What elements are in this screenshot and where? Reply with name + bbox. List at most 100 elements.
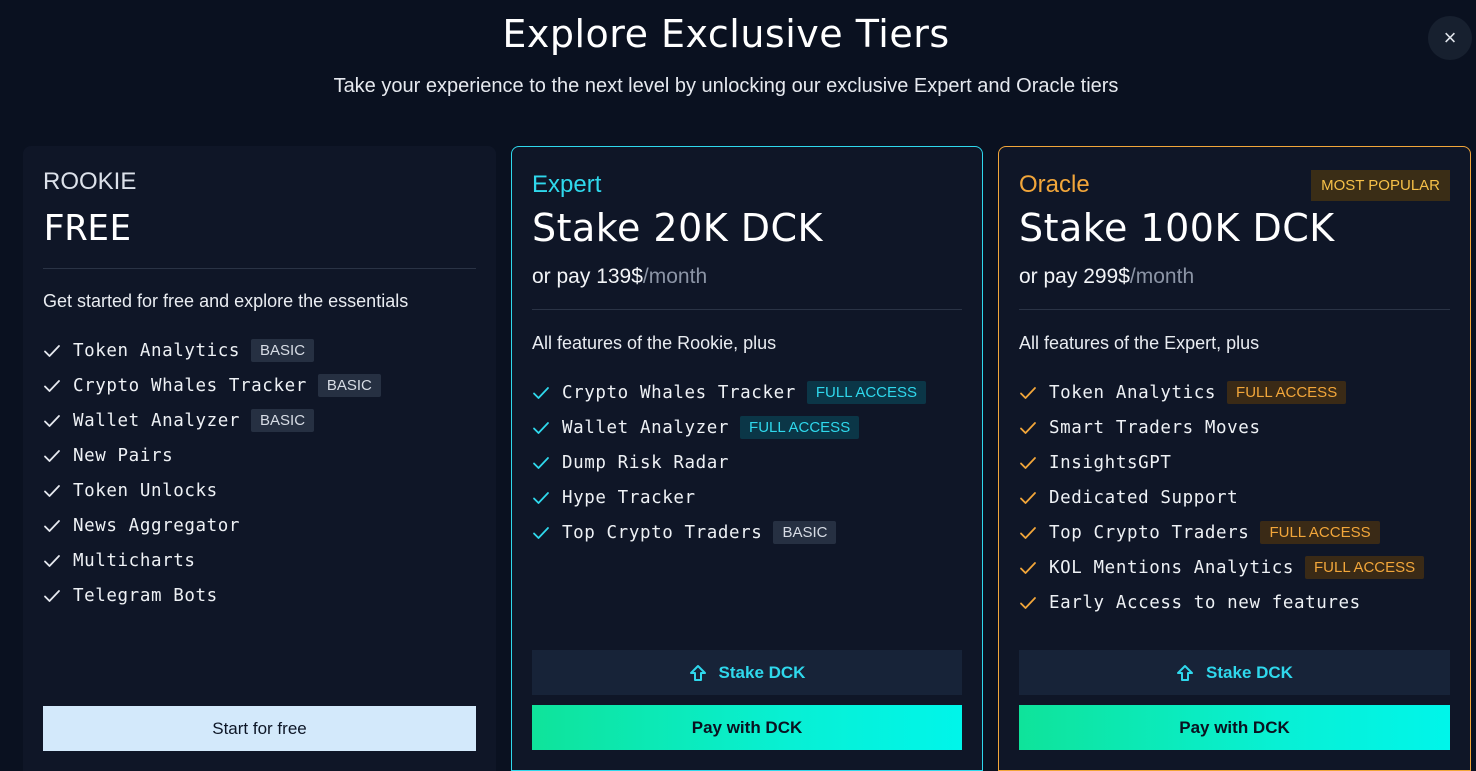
monthly-amount: or pay 299$ [1019,265,1130,288]
feature-item: News Aggregator [43,508,381,543]
tiers-modal: Explore Exclusive Tiers Take your experi… [0,0,1476,771]
divider [43,268,476,269]
access-badge: FULL ACCESS [806,381,927,404]
arrow-up-icon [1176,664,1194,682]
access-badge: BASIC [251,339,315,362]
tier-name: ROOKIE [43,168,137,195]
tier-description: All features of the Rookie, plus [532,333,777,353]
feature-label: Smart Traders Moves [1049,417,1261,438]
monthly-price: or pay 299$/month [1019,265,1194,289]
tier-price: FREE [43,208,132,249]
monthly-amount: or pay 139$ [532,265,643,288]
feature-label: Token Unlocks [73,480,218,501]
stake-label: Stake DCK [718,662,806,682]
start-free-button[interactable]: Start for free [43,706,476,751]
most-popular-badge: MOST POPULAR [1311,170,1450,201]
feature-item: Top Crypto Traders FULL ACCESS [1019,515,1424,550]
feature-label: Early Access to new features [1049,592,1361,613]
feature-label: Telegram Bots [73,585,218,606]
pay-with-dck-button[interactable]: Pay with DCK [532,705,962,750]
access-badge: FULL ACCESS [1260,521,1380,544]
check-icon [1019,418,1039,438]
feature-item: New Pairs [43,438,381,473]
access-badge: FULL ACCESS [1227,381,1347,404]
feature-list: Token Analytics BASIC Crypto Whales Tracke… [43,333,381,613]
feature-label: Token Analytics [1049,382,1217,403]
feature-label: Top Crypto Traders [562,522,763,543]
check-icon [43,586,63,606]
feature-item: Top Crypto Traders BASIC [532,515,926,550]
feature-item: Smart Traders Moves [1019,410,1424,445]
check-icon [1019,488,1039,508]
feature-item: Early Access to new features [1019,585,1424,620]
expert-card: Expert Stake 20K DCK or pay 139$/month A… [511,146,983,771]
stake-dck-button[interactable]: Stake DCK [1019,650,1450,695]
feature-label: Multicharts [73,550,196,571]
feature-item: Crypto Whales Tracker BASIC [43,368,381,403]
check-icon [532,523,552,543]
feature-item: Dump Risk Radar [532,445,926,480]
feature-label: InsightsGPT [1049,452,1172,473]
check-icon [43,551,63,571]
tier-price: Stake 20K DCK [532,206,823,250]
feature-label: Crypto Whales Tracker [562,382,796,403]
check-icon [43,446,63,466]
feature-label: Top Crypto Traders [1049,522,1250,543]
check-icon [532,418,552,438]
tier-name: Oracle [1019,171,1090,198]
feature-label: KOL Mentions Analytics [1049,557,1294,578]
arrow-up-icon [689,664,707,682]
rookie-card: ROOKIE FREE Get started for free and exp… [23,146,496,771]
check-icon [1019,383,1039,403]
divider [1019,309,1450,310]
oracle-card: Oracle MOST POPULAR Stake 100K DCK or pa… [998,146,1471,771]
feature-label: Dump Risk Radar [562,452,730,473]
access-badge: FULL ACCESS [740,416,860,439]
feature-item: Token Unlocks [43,473,381,508]
feature-label: Hype Tracker [562,487,696,508]
monthly-price: or pay 139$/month [532,265,707,289]
feature-item: Hype Tracker [532,480,926,515]
feature-label: News Aggregator [73,515,241,536]
check-icon [43,376,63,396]
per-month: /month [1129,265,1195,288]
per-month: /month [642,265,708,288]
feature-item: Wallet Analyzer FULL ACCESS [532,410,926,445]
check-icon [532,488,552,508]
stake-dck-button[interactable]: Stake DCK [532,650,962,695]
feature-label: Dedicated Support [1049,487,1239,508]
tier-price: Stake 100K DCK [1019,206,1335,250]
check-icon [532,453,552,473]
feature-list: Token Analytics FULL ACCESS Smart Traders … [1019,375,1425,620]
feature-item: Crypto Whales Tracker FULL ACCESS [532,375,927,410]
feature-item: Telegram Bots [43,578,381,613]
feature-label: Wallet Analyzer [562,417,730,438]
modal-subtitle: Take your experience to the next level b… [333,75,1119,97]
check-icon [1019,593,1039,613]
feature-item: Token Analytics FULL ACCESS [1019,375,1424,410]
check-icon [1019,453,1039,473]
feature-item: Token Analytics BASIC [43,333,381,368]
feature-item: InsightsGPT [1019,445,1424,480]
check-icon [1019,558,1039,578]
feature-item: Multicharts [43,543,381,578]
check-icon [43,516,63,536]
feature-item: Dedicated Support [1019,480,1424,515]
feature-label: Wallet Analyzer [73,410,241,431]
feature-item: Wallet Analyzer BASIC [43,403,381,438]
close-button[interactable]: × [1428,16,1472,60]
feature-label: Token Analytics [73,340,241,361]
pay-with-dck-button[interactable]: Pay with DCK [1019,705,1450,750]
access-badge: BASIC [317,374,381,397]
modal-title: Explore Exclusive Tiers [502,12,950,56]
check-icon [43,411,63,431]
tier-name: Expert [532,171,602,198]
feature-list: Crypto Whales Tracker FULL ACCESS Wallet A… [532,375,927,550]
check-icon [532,383,552,403]
tier-description: Get started for free and explore the ess… [43,291,409,311]
access-badge: FULL ACCESS [1305,556,1425,579]
divider [532,309,962,310]
feature-label: Crypto Whales Tracker [73,375,307,396]
access-badge: BASIC [251,409,315,432]
stake-label: Stake DCK [1206,662,1293,682]
